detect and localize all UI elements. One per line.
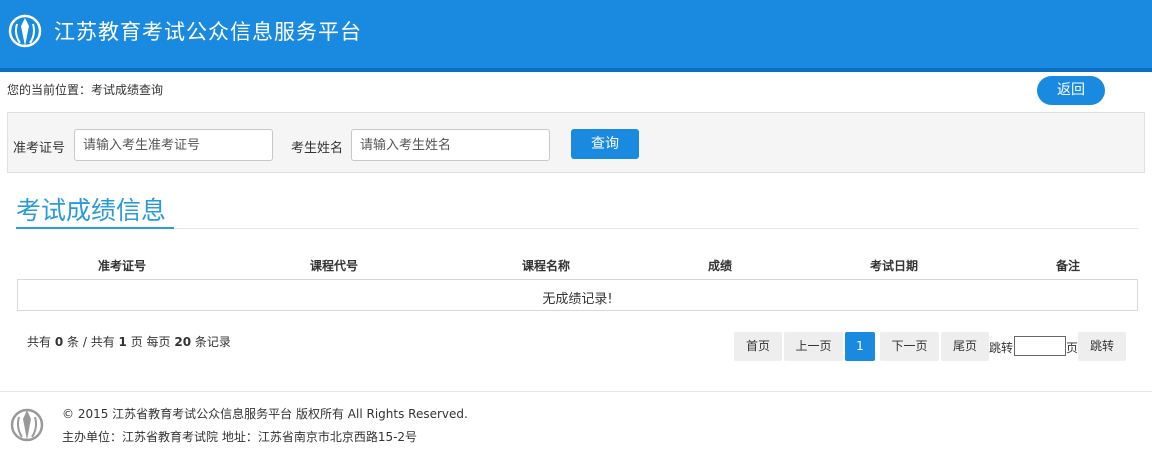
section-divider xyxy=(174,228,1138,229)
search-panel: 准考证号 考生姓名 查询 xyxy=(7,112,1145,173)
ticket-number-input[interactable] xyxy=(74,129,273,161)
site-header: 江苏教育考试公众信息服务平台 xyxy=(0,0,1152,72)
back-button[interactable]: 返回 xyxy=(1037,76,1105,105)
table-body: 无成绩记录! xyxy=(17,279,1138,311)
page-unit-label: 页 xyxy=(1066,341,1079,355)
col-ticket-number: 准考证号 xyxy=(97,259,147,273)
table-header: 准考证号 课程代号 课程名称 成绩 考试日期 备注 xyxy=(17,250,1138,280)
col-course-code: 课程代号 xyxy=(309,259,359,273)
first-page-button[interactable]: 首页 xyxy=(734,332,782,361)
footer-logo-icon xyxy=(9,404,45,444)
last-page-button[interactable]: 尾页 xyxy=(941,332,989,361)
host-info-text: 主办单位：江苏省教育考试院 地址：江苏省南京市北京西路15-2号 xyxy=(62,430,418,444)
jump-button[interactable]: 跳转 xyxy=(1078,332,1126,361)
query-button[interactable]: 查询 xyxy=(571,129,639,159)
current-page-button[interactable]: 1 xyxy=(845,332,875,361)
col-remarks: 备注 xyxy=(1055,259,1081,273)
section-title: 考试成绩信息 xyxy=(16,196,167,225)
col-course-name: 课程名称 xyxy=(521,259,571,273)
per-page: 20 xyxy=(174,335,192,349)
education-exam-logo-icon xyxy=(8,12,42,50)
next-page-button[interactable]: 下一页 xyxy=(880,332,939,361)
jump-label: 跳转 xyxy=(989,341,1014,355)
candidate-name-label: 考生姓名 xyxy=(291,141,344,156)
col-exam-date: 考试日期 xyxy=(869,259,919,273)
candidate-name-input[interactable] xyxy=(351,129,550,161)
total-records: 0 xyxy=(54,335,64,349)
prev-page-button[interactable]: 上一页 xyxy=(784,332,843,361)
total-pages: 1 xyxy=(118,335,127,349)
site-title: 江苏教育考试公众信息服务平台 xyxy=(54,20,362,44)
col-score: 成绩 xyxy=(707,259,733,273)
breadcrumb: 您的当前位置：考试成绩查询 xyxy=(7,83,164,97)
copyright-text: © 2015 江苏省教育考试公众信息服务平台 版权所有 All Rights R… xyxy=(62,407,468,421)
footer-divider xyxy=(0,391,1152,392)
empty-message: 无成绩记录! xyxy=(542,292,613,307)
ticket-number-label: 准考证号 xyxy=(13,141,66,156)
pagination-summary: 共有 0 条 / 共有 1 页 每页 20 条记录 xyxy=(27,335,231,349)
jump-page-input[interactable] xyxy=(1014,336,1066,356)
section-title-underline xyxy=(16,227,174,229)
